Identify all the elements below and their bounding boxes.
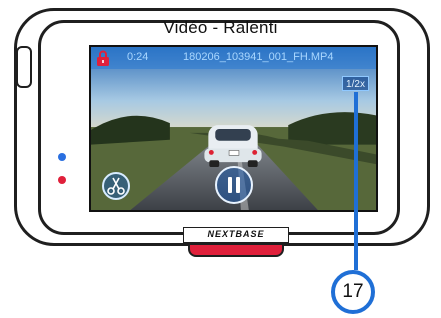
video-screen[interactable]: 0:24 180206_103941_001_FH.MP4 1/2x	[89, 45, 378, 212]
lock-icon	[97, 50, 109, 66]
playback-info-bar: 0:24 180206_103941_001_FH.MP4	[91, 47, 376, 69]
file-name: 180206_103941_001_FH.MP4	[183, 51, 334, 63]
status-led-red	[58, 176, 66, 184]
cut-button[interactable]	[102, 172, 130, 200]
speed-badge: 1/2x	[342, 76, 369, 91]
callout-line	[354, 92, 358, 270]
callout-number: 17	[331, 270, 375, 314]
playback-time: 0:24	[127, 51, 149, 63]
side-button[interactable]	[16, 46, 32, 88]
status-led-blue	[58, 153, 66, 161]
record-button[interactable]	[188, 243, 284, 257]
pause-button[interactable]	[215, 166, 253, 204]
scissors-icon	[107, 177, 125, 195]
screen-title: Vidéo - Ralenti	[163, 18, 278, 37]
brand-label: NEXTBASE	[183, 227, 289, 243]
pause-icon	[228, 177, 240, 193]
